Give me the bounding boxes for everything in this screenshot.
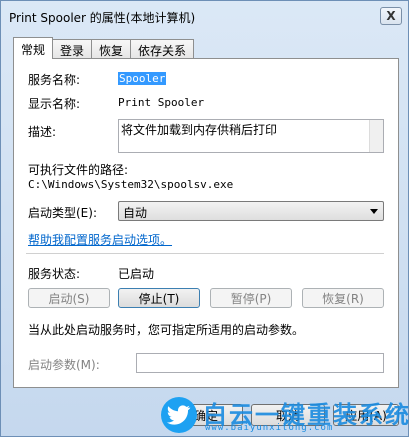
- description-scrollbar[interactable]: [369, 120, 383, 152]
- startup-type-value: 自动: [123, 206, 148, 220]
- close-button[interactable]: X: [380, 7, 402, 25]
- display-name-value[interactable]: Print Spooler: [118, 96, 204, 109]
- watermark: 白云一键重装系统 www.baiyunxitong.com: [161, 393, 409, 437]
- exe-path-value[interactable]: C:\Windows\System32\spoolsv.exe: [28, 178, 233, 191]
- startup-type-select[interactable]: 自动: [118, 201, 384, 221]
- window-title: Print Spooler 的属性(本地计算机): [9, 11, 196, 25]
- title-bar: Print Spooler 的属性(本地计算机) X: [1, 1, 408, 31]
- tab-dependencies[interactable]: 依存关系: [130, 39, 195, 59]
- stop-button[interactable]: 停止(T): [118, 288, 200, 308]
- watermark-url: www.baiyunxitong.com: [205, 423, 334, 433]
- help-configure-link[interactable]: 帮助我配置服务启动选项。: [28, 231, 172, 248]
- description-value: 将文件加载到内存供稍后打印: [121, 123, 278, 137]
- chevron-down-icon: [370, 209, 378, 214]
- resume-button[interactable]: 恢复(R): [302, 288, 384, 308]
- tab-logon[interactable]: 登录: [52, 39, 93, 59]
- pause-button[interactable]: 暂停(P): [210, 288, 292, 308]
- exe-path-label: 可执行文件的路径:: [28, 163, 129, 177]
- service-name-label: 服务名称:: [28, 73, 81, 87]
- properties-window: Print Spooler 的属性(本地计算机) X 常规 登录 恢复 依存关系…: [0, 0, 409, 437]
- tab-recovery[interactable]: 恢复: [91, 39, 132, 59]
- start-button[interactable]: 启动(S): [28, 288, 110, 308]
- general-panel: 服务名称: Spooler 显示名称: Print Spooler 描述: 将文…: [13, 58, 399, 388]
- divider: [26, 253, 384, 254]
- service-status-value: 已启动: [118, 267, 155, 281]
- close-icon: X: [386, 9, 396, 23]
- service-status-label: 服务状态:: [28, 267, 81, 281]
- description-box[interactable]: 将文件加载到内存供稍后打印: [118, 119, 384, 153]
- bird-logo-icon: [161, 397, 197, 433]
- tab-general[interactable]: 常规: [13, 37, 54, 59]
- startup-type-label: 启动类型(E):: [28, 206, 97, 220]
- start-params-label: 启动参数(M):: [28, 358, 100, 372]
- display-name-label: 显示名称:: [28, 97, 81, 111]
- service-name-value[interactable]: Spooler: [118, 72, 167, 85]
- start-params-input[interactable]: [136, 353, 384, 373]
- description-label: 描述:: [28, 125, 57, 139]
- start-params-hint: 当从此处启动服务时，您可指定所适用的启动参数。: [28, 323, 305, 337]
- tab-bar: 常规 登录 恢复 依存关系: [13, 37, 195, 59]
